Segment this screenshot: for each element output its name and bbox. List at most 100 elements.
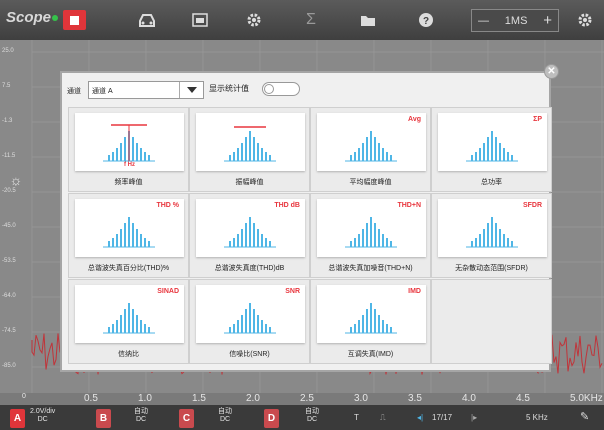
time-plus-button[interactable]: + <box>543 12 552 29</box>
measure-option[interactable]: THD dB 总谐波失真度(THD)dB <box>189 193 310 278</box>
folder-button[interactable] <box>356 9 380 31</box>
folder-icon <box>361 16 375 26</box>
settings-button[interactable] <box>573 9 597 31</box>
trigger-marker[interactable]: ☼ <box>6 172 26 192</box>
spectrum-bar <box>229 155 231 161</box>
measure-option[interactable]: IMD 互调失真(IMD) <box>310 279 431 364</box>
channel-c-button[interactable]: C <box>179 409 194 428</box>
spectrum-icon <box>466 131 518 162</box>
help-button[interactable]: ? <box>414 9 438 31</box>
spectrum-bar <box>132 137 134 161</box>
spectrum-bar <box>241 229 243 247</box>
spectrum-bar <box>386 238 388 247</box>
channel-select[interactable]: 通道 A <box>88 81 204 99</box>
prev-page-icon[interactable]: ◂| <box>417 413 423 422</box>
channel-c-settings[interactable]: 自动 DC <box>218 408 232 424</box>
measure-option[interactable]: SINAD 信纳比 <box>68 279 189 364</box>
spectrum-bar <box>120 143 122 161</box>
sigma-button[interactable]: Σ <box>299 9 323 31</box>
spectrum-bar <box>245 309 247 333</box>
measure-tag: SNR <box>285 288 300 295</box>
measure-label: 平均幅度峰值 <box>349 179 392 186</box>
spectrum-bar <box>136 315 138 333</box>
next-page-icon[interactable]: |▸ <box>471 413 477 422</box>
measure-option[interactable]: f Hz 频率峰值 <box>68 107 189 192</box>
x-axis-label: 3.5 <box>408 393 422 404</box>
measure-option[interactable]: SNR 信噪比(SNR) <box>189 279 310 364</box>
spectrum-bar <box>140 234 142 247</box>
spectrum-bar <box>503 148 505 161</box>
dropdown-arrow-icon <box>179 82 203 98</box>
spectrum-bar <box>354 238 356 247</box>
screenshot-button[interactable] <box>188 9 212 31</box>
channel-d-button[interactable]: D <box>264 409 279 428</box>
spectrum-bar <box>374 223 376 247</box>
sigma-icon: Σ <box>306 11 316 28</box>
show-stats-toggle[interactable] <box>262 82 300 96</box>
marker-icon: ☼ <box>9 172 23 188</box>
measure-option[interactable]: THD % 总谐波失真百分比(THD)% <box>68 193 189 278</box>
close-dialog-button[interactable]: ✕ <box>544 64 559 79</box>
spectrum-bar <box>108 241 110 247</box>
spectrum-bar <box>124 223 126 247</box>
spectrum-bar <box>261 148 263 161</box>
channel-b-settings[interactable]: 自动 DC <box>134 408 148 424</box>
sample-rate[interactable]: 5 KHz <box>526 413 548 422</box>
measure-option[interactable]: ΣP 总功率 <box>431 107 552 192</box>
measure-tag: THD dB <box>274 202 300 209</box>
trigger-t-label[interactable]: T <box>354 413 359 422</box>
measure-option[interactable]: Avg 平均幅度峰值 <box>310 107 431 192</box>
app: { "toolbar": { "app_name": "Scope", "tim… <box>0 0 604 430</box>
measure-tag: SINAD <box>157 288 179 295</box>
spectrum-bar <box>148 241 150 247</box>
channel-a-settings[interactable]: 2.0V/div DC <box>30 408 55 424</box>
spectrum-bar <box>378 315 380 333</box>
x-origin-label: 0 <box>22 393 26 400</box>
spectrum-bar <box>112 238 114 247</box>
spectrum-bar <box>136 143 138 161</box>
channel-a-button[interactable]: A <box>10 409 25 428</box>
spectrum-bar <box>511 155 513 161</box>
spectrum-bar <box>354 324 356 333</box>
y-axis-label: -1.3 <box>2 118 13 124</box>
spectrum-bar <box>471 241 473 247</box>
spectrum-bar <box>265 152 267 161</box>
spectrum-bar <box>390 155 392 161</box>
trigger-edge-icon[interactable]: ⎍ <box>380 413 386 423</box>
measure-tag: SFDR <box>522 202 542 209</box>
time-div-control[interactable]: — 1MS + <box>471 9 559 32</box>
spectrum-bar <box>511 241 513 247</box>
measure-option[interactable]: SFDR 无杂散动态范围(SFDR) <box>431 193 552 278</box>
measure-option[interactable]: 振幅峰值 <box>189 107 310 192</box>
close-icon: ✕ <box>547 66 556 77</box>
measure-label: 振幅峰值 <box>235 179 264 186</box>
spectrum-bar <box>257 229 259 247</box>
probe-icon[interactable]: ✎ <box>580 410 589 423</box>
spectrum-bar <box>370 217 372 247</box>
x-axis: 0 0.5 1.0 1.5 2.0 2.5 3.0 3.5 4.0 4.5 5.0KHz <box>0 393 604 405</box>
y-axis-label: -74.5 <box>2 328 16 334</box>
measure-label: 信噪比(SNR) <box>229 351 270 358</box>
gear-button[interactable] <box>242 9 266 31</box>
help-icon: ? <box>419 13 433 27</box>
spectrum-bar <box>378 143 380 161</box>
spectrum-bar <box>116 234 118 247</box>
measure-preview: IMD <box>317 285 426 343</box>
car-button[interactable] <box>135 9 159 31</box>
spectrum-bar <box>507 152 509 161</box>
app-logo: Scope <box>6 9 59 26</box>
spectrum-bar <box>120 315 122 333</box>
spectrum-bar <box>495 223 497 247</box>
stop-button[interactable] <box>63 10 86 30</box>
measure-preview: THD+N <box>317 199 426 257</box>
x-axis-label: 4.0 <box>462 393 476 404</box>
channel-b-button[interactable]: B <box>96 409 111 428</box>
measure-preview: THD % <box>75 199 184 257</box>
empty-cell <box>431 279 552 364</box>
time-minus-button[interactable]: — <box>478 15 489 27</box>
measurement-dialog: 通道 通道 A 显示统计值 f Hz 频率峰值 振幅峰值 Avg 平均幅度峰值 ΣP 总功率… <box>60 71 552 372</box>
measure-option[interactable]: THD+N 总谐波失真加噪音(THD+N) <box>310 193 431 278</box>
channel-d-settings[interactable]: 自动 DC <box>305 408 319 424</box>
gear-icon <box>247 13 261 27</box>
spectrum-bar <box>257 315 259 333</box>
